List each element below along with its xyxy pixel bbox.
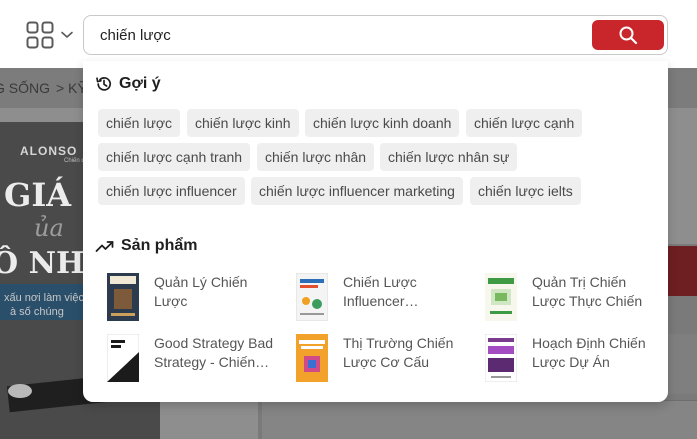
- book-cover-image: [296, 273, 328, 321]
- product-title: Good Strategy Bad Strategy - Chiến…: [154, 335, 274, 370]
- hero-brand: ALONSO: [20, 144, 78, 158]
- search-box: [83, 15, 668, 55]
- hero-tagline: xấu nơi làm việc: [4, 292, 84, 304]
- hero-tagline: à số chúng: [10, 306, 64, 318]
- search-button[interactable]: [592, 20, 664, 50]
- book-cover-image: [107, 334, 139, 382]
- grid-icon: [26, 21, 54, 49]
- suggestion-chip[interactable]: chiến lược influencer marketing: [251, 177, 463, 205]
- product-title: Quản Lý Chiến Lược: [154, 274, 248, 309]
- chevron-down-icon: [61, 31, 73, 38]
- suggestions-header: Gợi ý: [95, 75, 161, 93]
- products-header: Sản phẩm: [95, 237, 197, 255]
- product-title: Chiến Lược Influencer…: [343, 274, 419, 309]
- suggestion-chip[interactable]: chiến lược: [98, 109, 181, 137]
- history-icon: [96, 77, 112, 91]
- suggestions-title: Gợi ý: [119, 75, 161, 92]
- product-title: Hoạch Định Chiến Lược Dự Án: [532, 335, 646, 370]
- suggestion-chip[interactable]: chiến lược ielts: [470, 177, 581, 205]
- book-cover-image: [296, 334, 328, 382]
- search-icon: [619, 26, 638, 45]
- suggestion-chip[interactable]: chiến lược nhân sự: [380, 143, 518, 171]
- content-card: [262, 400, 697, 439]
- book-cover-image: [485, 273, 517, 321]
- hero-headline: GIÁ: [4, 176, 72, 214]
- site-header: [0, 0, 697, 68]
- suggestion-chip[interactable]: chiến lược cạnh tranh: [98, 143, 251, 171]
- products-title: Sản phẩm: [121, 237, 198, 254]
- product-title: Thị Trường Chiến Lược Cơ Cấu: [343, 335, 454, 370]
- book-cover-image: [485, 334, 517, 382]
- book-cover-image: [107, 273, 139, 321]
- category-menu-button[interactable]: [26, 20, 76, 50]
- breadcrumb-separator: >: [56, 80, 65, 96]
- suggestion-chip[interactable]: chiến lược nhân: [257, 143, 375, 171]
- suggestion-chip[interactable]: chiến lược cạnh: [466, 109, 583, 137]
- search-input[interactable]: [100, 24, 570, 46]
- pen-illustration: [8, 384, 32, 398]
- suggestion-chip[interactable]: chiến lược kinh doanh: [305, 109, 460, 137]
- suggestion-chip[interactable]: chiến lược kinh: [187, 109, 299, 137]
- trending-up-icon: [95, 241, 114, 252]
- hero-headline: ủa: [34, 214, 64, 242]
- product-title: Quản Trị Chiến Lược Thực Chiến: [532, 274, 643, 309]
- breadcrumb-item[interactable]: G SỐNG: [0, 80, 50, 96]
- search-suggestions-dropdown: Gợi ý chiến lược chiến lược kinh chiến l…: [83, 61, 668, 402]
- suggestion-chip[interactable]: chiến lược influencer: [98, 177, 245, 205]
